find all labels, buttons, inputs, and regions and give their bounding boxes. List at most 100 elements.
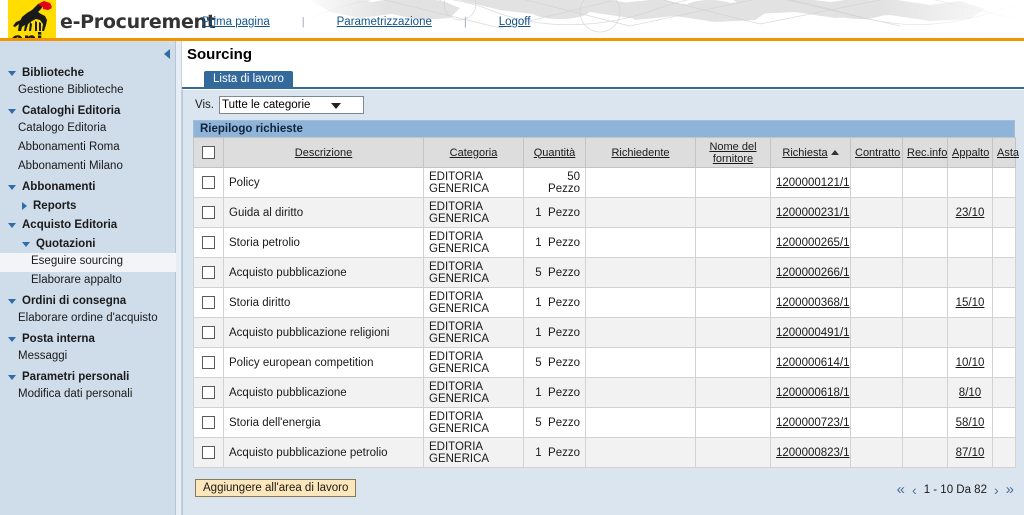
- request-link[interactable]: 1200000266/1: [776, 267, 850, 279]
- col-header-categoria[interactable]: Categoria: [423, 137, 524, 168]
- request-link[interactable]: 1200000618/1: [776, 387, 850, 399]
- cell-asta: [992, 167, 1016, 198]
- row-select-checkbox[interactable]: [202, 236, 215, 249]
- sidebar-item-label: Eseguire sourcing: [31, 255, 124, 267]
- table-row[interactable]: Acquisto pubblicazione petrolio EDITORIA G…: [193, 437, 1016, 468]
- cell-richiesta: 1200000121/1: [770, 167, 851, 198]
- col-header-contratto[interactable]: Contratto: [850, 137, 903, 168]
- row-select-checkbox[interactable]: [202, 176, 215, 189]
- request-link[interactable]: 1200000231/1: [776, 207, 850, 219]
- col-header-quantita[interactable]: Quantità: [523, 137, 586, 168]
- tab-lista-di-lavoro[interactable]: Lista di lavoro: [204, 71, 293, 88]
- select-all-checkbox[interactable]: [202, 146, 215, 159]
- table-row[interactable]: Policy EDITORIA GENERICA 50 Pezzo 1200000121/…: [193, 167, 1016, 198]
- sidebar-item-cataloghi-editoria[interactable]: Cataloghi Editoria: [0, 101, 175, 120]
- table-row[interactable]: Guida al diritto EDITORIA GENERICA 1 Pezzo 1…: [193, 197, 1016, 228]
- col-header-asta[interactable]: Asta: [992, 137, 1019, 168]
- top-navigation: Prima pagina | Parametrizzazione | Logof…: [196, 16, 536, 28]
- sidebar-item-posta-interna[interactable]: Posta interna: [0, 329, 175, 348]
- col-header-nome-fornitore[interactable]: Nome del fornitore: [695, 137, 771, 168]
- sidebar-item-abbonamenti[interactable]: Abbonamenti: [0, 177, 175, 196]
- sidebar-item-reports[interactable]: Reports: [0, 196, 175, 215]
- cell-categoria: EDITORIA GENERICA: [423, 437, 524, 468]
- sidebar-item-biblioteche[interactable]: Biblioteche: [0, 63, 175, 82]
- cell-descrizione: Storia petrolio: [223, 227, 424, 258]
- col-header-appalto[interactable]: Appalto: [947, 137, 993, 168]
- row-select-checkbox[interactable]: [202, 386, 215, 399]
- cell-nome-fornitore: [695, 407, 771, 438]
- col-header-richiedente[interactable]: Richiedente: [585, 137, 696, 168]
- row-select-cell: [193, 407, 224, 438]
- table-row[interactable]: Acquisto pubblicazione religioni EDITORIA…: [193, 317, 1016, 348]
- table-row[interactable]: Storia dell'energia EDITORIA GENERICA 5 Pez…: [193, 407, 1016, 438]
- sidebar-item-abbonamenti-milano[interactable]: Abbonamenti Milano: [0, 158, 175, 177]
- cell-categoria: EDITORIA GENERICA: [423, 287, 524, 318]
- nav-link-parametrizzazione[interactable]: Parametrizzazione: [331, 16, 438, 28]
- appalto-link[interactable]: 8/10: [959, 387, 981, 399]
- row-select-checkbox[interactable]: [202, 206, 215, 219]
- sidebar-item-gestione-biblioteche[interactable]: Gestione Biblioteche: [0, 82, 175, 101]
- sidebar-item-eseguire-sourcing[interactable]: Eseguire sourcing: [0, 253, 176, 272]
- request-link[interactable]: 1200000723/1: [776, 417, 850, 429]
- appalto-link[interactable]: 58/10: [956, 417, 985, 429]
- table-row[interactable]: Acquisto pubblicazione EDITORIA GENERICA 5 …: [193, 257, 1016, 288]
- table-row[interactable]: Storia petrolio EDITORIA GENERICA 1 Pezzo 12…: [193, 227, 1016, 258]
- row-select-cell: [193, 347, 224, 378]
- last-page-icon[interactable]: »: [1006, 482, 1014, 497]
- table-row[interactable]: Acquisto pubblicazione EDITORIA GENERICA 1 …: [193, 377, 1016, 408]
- table-row[interactable]: Policy european competition EDITORIA GENER…: [193, 347, 1016, 378]
- row-select-checkbox[interactable]: [202, 416, 215, 429]
- col-header-descrizione[interactable]: Descrizione: [223, 137, 424, 168]
- sidebar-item-ordini-di-consegna[interactable]: Ordini di consegna: [0, 291, 175, 310]
- quantity-unit: Pezzo: [548, 326, 580, 339]
- appalto-link[interactable]: 23/10: [956, 207, 985, 219]
- cell-categoria: EDITORIA GENERICA: [423, 347, 524, 378]
- nav-link-logoff[interactable]: Logoff: [493, 16, 537, 28]
- appalto-link[interactable]: 10/10: [956, 357, 985, 369]
- next-page-icon[interactable]: ›: [994, 483, 999, 497]
- caret-down-icon: [8, 185, 16, 190]
- table-row[interactable]: Storia diritto EDITORIA GENERICA 1 Pezzo 120…: [193, 287, 1016, 318]
- sidebar-item-acquisto-editoria[interactable]: Acquisto Editoria: [0, 215, 175, 234]
- category-filter-select[interactable]: Tutte le categorie: [218, 96, 364, 114]
- cell-asta: [992, 437, 1016, 468]
- previous-page-icon[interactable]: ‹: [912, 483, 917, 497]
- request-link[interactable]: 1200000265/1: [776, 237, 850, 249]
- quantity-value: 50: [567, 170, 580, 183]
- row-select-checkbox[interactable]: [202, 326, 215, 339]
- sidebar-item-label: Ordini di consegna: [22, 294, 127, 307]
- col-header-rec-info[interactable]: Rec.info: [902, 137, 948, 168]
- cell-asta: [992, 377, 1016, 408]
- nav-link-prima-pagina[interactable]: Prima pagina: [196, 16, 276, 28]
- appalto-link[interactable]: 15/10: [956, 297, 985, 309]
- row-select-checkbox[interactable]: [202, 266, 215, 279]
- sidebar-item-quotazioni[interactable]: Quotazioni: [0, 234, 175, 253]
- sidebar-collapse-icon[interactable]: [160, 46, 174, 62]
- appalto-link[interactable]: 87/10: [956, 447, 985, 459]
- cell-richiesta: 1200000266/1: [770, 257, 851, 288]
- col-header-richiesta[interactable]: Richiesta: [770, 137, 851, 168]
- caret-down-icon: [8, 299, 16, 304]
- cell-descrizione: Acquisto pubblicazione: [223, 257, 424, 288]
- request-link[interactable]: 1200000823/1: [776, 447, 850, 459]
- row-select-checkbox[interactable]: [202, 356, 215, 369]
- request-link[interactable]: 1200000491/1: [776, 327, 850, 339]
- sidebar-item-messaggi[interactable]: Messaggi: [0, 348, 175, 367]
- request-link[interactable]: 1200000368/1: [776, 297, 850, 309]
- caret-down-icon: [8, 109, 16, 114]
- sidebar-item-elaborare-ordine-d-acquisto[interactable]: Elaborare ordine d'acquisto: [0, 310, 175, 329]
- request-link[interactable]: 1200000614/1: [776, 357, 850, 369]
- sidebar-item-elaborare-appalto[interactable]: Elaborare appalto: [0, 272, 175, 291]
- cell-nome-fornitore: [695, 437, 771, 468]
- sidebar-item-parametri-personali[interactable]: Parametri personali: [0, 367, 175, 386]
- row-select-checkbox[interactable]: [202, 296, 215, 309]
- sidebar-item-modifica-dati-personali[interactable]: Modifica dati personali: [0, 386, 175, 405]
- row-select-checkbox[interactable]: [202, 446, 215, 459]
- sidebar-item-abbonamenti-roma[interactable]: Abbonamenti Roma: [0, 139, 175, 158]
- quantity-unit: Pezzo: [548, 296, 580, 309]
- first-page-icon[interactable]: «: [897, 482, 905, 497]
- app-root: eni e-Procurement Prima pagina | Paramet…: [0, 0, 1024, 515]
- request-link[interactable]: 1200000121/1: [776, 177, 850, 189]
- add-to-worklist-button[interactable]: Aggiungere all'area di lavoro: [195, 479, 357, 497]
- sidebar-item-catalogo-editoria[interactable]: Catalogo Editoria: [0, 120, 175, 139]
